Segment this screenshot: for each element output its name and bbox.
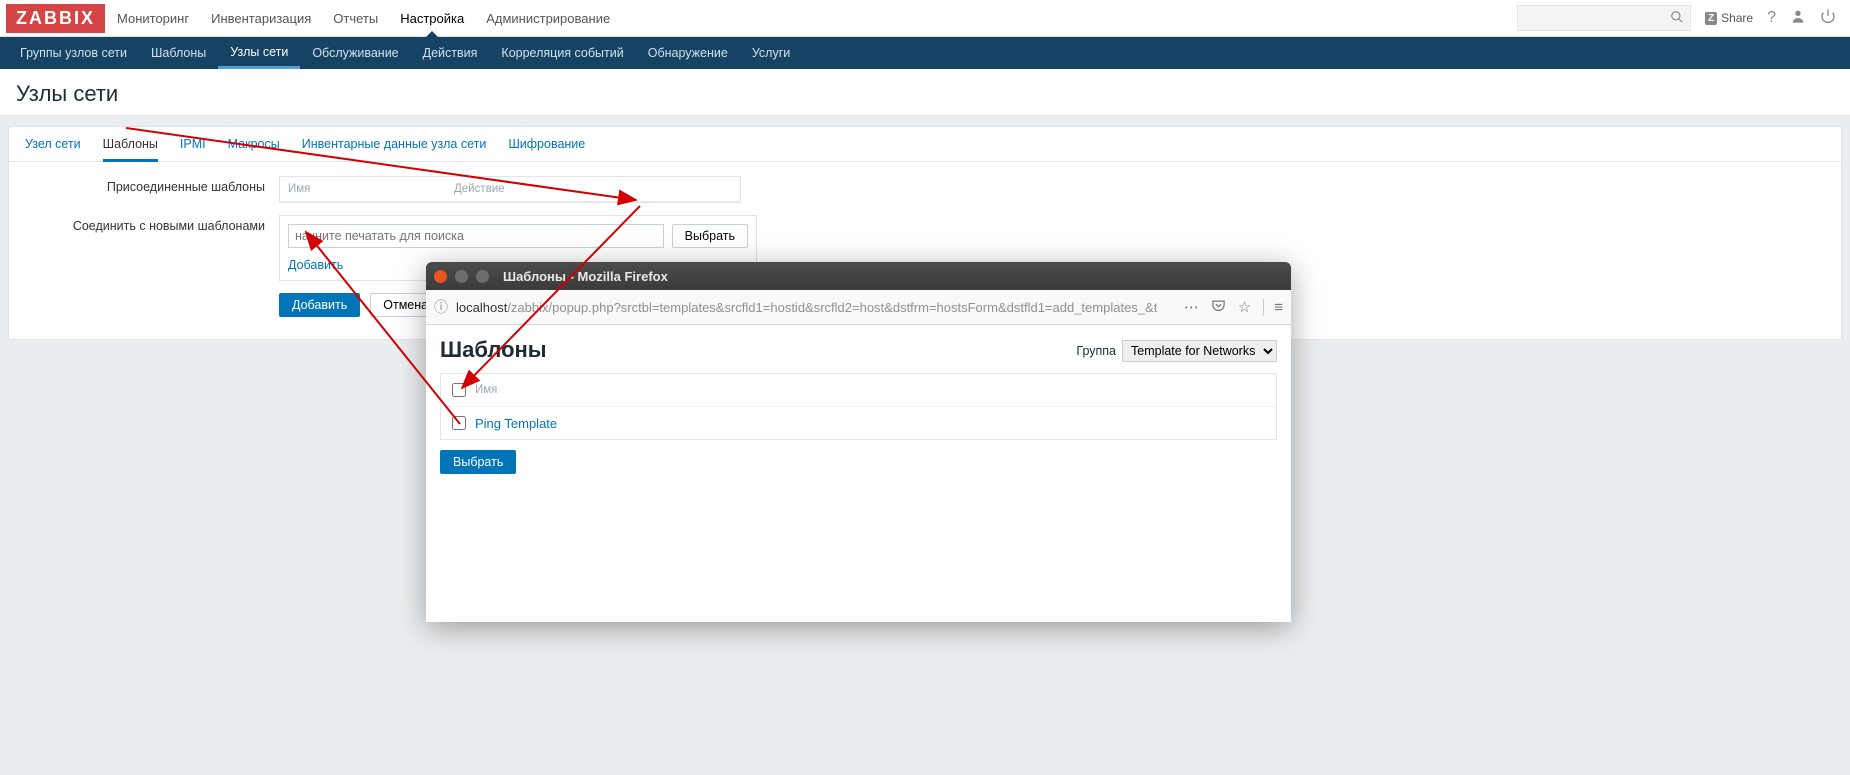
- form-tabs: Узел сети Шаблоны IPMI Макросы Инвентарн…: [9, 127, 1841, 162]
- col-name-header: Имя: [280, 177, 446, 201]
- popup-titlebar[interactable]: Шаблоны - Mozilla Firefox: [426, 262, 1291, 290]
- table-row: Ping Template: [441, 407, 1276, 439]
- menu-inventory[interactable]: Инвентаризация: [211, 11, 311, 26]
- popup-body: Шаблоны Группа Template for Networks Имя…: [426, 325, 1291, 486]
- subnav-hosts[interactable]: Узлы сети: [218, 37, 300, 69]
- tab-macros[interactable]: Макросы: [228, 137, 280, 161]
- url-host: localhost: [456, 300, 507, 315]
- select-all-checkbox[interactable]: [452, 383, 466, 397]
- window-minimize-icon[interactable]: [455, 270, 468, 283]
- help-icon[interactable]: ?: [1767, 9, 1776, 27]
- pocket-icon[interactable]: [1211, 298, 1226, 317]
- label-link-new-templates: Соединить с новыми шаблонами: [25, 215, 279, 233]
- window-close-icon[interactable]: [434, 270, 447, 283]
- subnav-actions[interactable]: Действия: [411, 37, 490, 69]
- share-button[interactable]: Z Share: [1705, 11, 1753, 25]
- popup-urlbar: ⓘ localhost/zabbix/popup.php?srctbl=temp…: [426, 290, 1291, 325]
- firefox-menu-icon[interactable]: ≡: [1263, 299, 1283, 316]
- tab-inventory[interactable]: Инвентарные данные узла сети: [302, 137, 487, 161]
- popup-url[interactable]: localhost/zabbix/popup.php?srctbl=templa…: [456, 300, 1157, 315]
- group-label: Группа: [1076, 344, 1116, 358]
- menu-monitoring[interactable]: Мониторинг: [117, 11, 189, 26]
- col-action-header: Действие: [446, 177, 513, 201]
- info-icon[interactable]: ⓘ: [434, 297, 448, 317]
- tab-templates[interactable]: Шаблоны: [103, 137, 158, 162]
- user-icon[interactable]: [1790, 8, 1806, 29]
- subnav-hostgroups[interactable]: Группы узлов сети: [8, 37, 139, 69]
- power-icon[interactable]: [1820, 8, 1836, 29]
- tab-ipmi[interactable]: IPMI: [180, 137, 206, 161]
- top-nav-right: Z Share ?: [1517, 5, 1836, 31]
- add-template-link[interactable]: Добавить: [288, 258, 343, 272]
- submit-button[interactable]: Добавить: [279, 293, 360, 317]
- zabbix-z-icon: Z: [1705, 12, 1717, 25]
- subnav-maintenance[interactable]: Обслуживание: [300, 37, 410, 69]
- template-search-input[interactable]: [288, 224, 664, 248]
- subnav-correlation[interactable]: Корреляция событий: [489, 37, 635, 69]
- popup-col-name: Имя: [475, 378, 497, 402]
- row-checkbox[interactable]: [452, 416, 466, 430]
- main-menu: Мониторинг Инвентаризация Отчеты Настрой…: [117, 11, 610, 26]
- menu-configuration[interactable]: Настройка: [400, 11, 464, 26]
- sub-nav: Группы узлов сети Шаблоны Узлы сети Обсл…: [0, 37, 1850, 69]
- window-maximize-icon[interactable]: [476, 270, 489, 283]
- label-attached-templates: Присоединенные шаблоны: [25, 176, 279, 194]
- top-nav: ZABBIX Мониторинг Инвентаризация Отчеты …: [0, 0, 1850, 37]
- global-search[interactable]: [1517, 5, 1691, 31]
- search-icon: [1670, 10, 1684, 27]
- menu-reports[interactable]: Отчеты: [333, 11, 378, 26]
- select-template-button[interactable]: Выбрать: [672, 224, 748, 248]
- popup-table-head: Имя: [441, 374, 1276, 407]
- subnav-discovery[interactable]: Обнаружение: [636, 37, 740, 69]
- tab-encryption[interactable]: Шифрование: [508, 137, 585, 161]
- tab-host[interactable]: Узел сети: [25, 137, 81, 161]
- logo[interactable]: ZABBIX: [6, 4, 105, 33]
- menu-administration[interactable]: Администрирование: [486, 11, 610, 26]
- group-select[interactable]: Template for Networks: [1122, 340, 1277, 362]
- popup-window-title: Шаблоны - Mozilla Firefox: [503, 269, 668, 284]
- more-icon[interactable]: ⋯: [1184, 298, 1199, 316]
- attached-templates-table: Имя Действие: [279, 176, 741, 203]
- popup-table: Имя Ping Template: [440, 373, 1277, 440]
- bookmark-icon[interactable]: ☆: [1238, 298, 1251, 316]
- template-link[interactable]: Ping Template: [475, 410, 557, 437]
- share-label: Share: [1721, 11, 1753, 25]
- popup-select-button[interactable]: Выбрать: [440, 450, 516, 474]
- page-title: Узлы сети: [0, 69, 1850, 116]
- popup-heading: Шаблоны: [440, 337, 547, 363]
- subnav-templates[interactable]: Шаблоны: [139, 37, 218, 69]
- popup-window: Шаблоны - Mozilla Firefox ⓘ localhost/za…: [426, 262, 1291, 622]
- url-path: /zabbix/popup.php?srctbl=templates&srcfl…: [507, 300, 1157, 315]
- subnav-services[interactable]: Услуги: [740, 37, 802, 69]
- row-attached-templates: Присоединенные шаблоны Имя Действие: [25, 176, 1825, 203]
